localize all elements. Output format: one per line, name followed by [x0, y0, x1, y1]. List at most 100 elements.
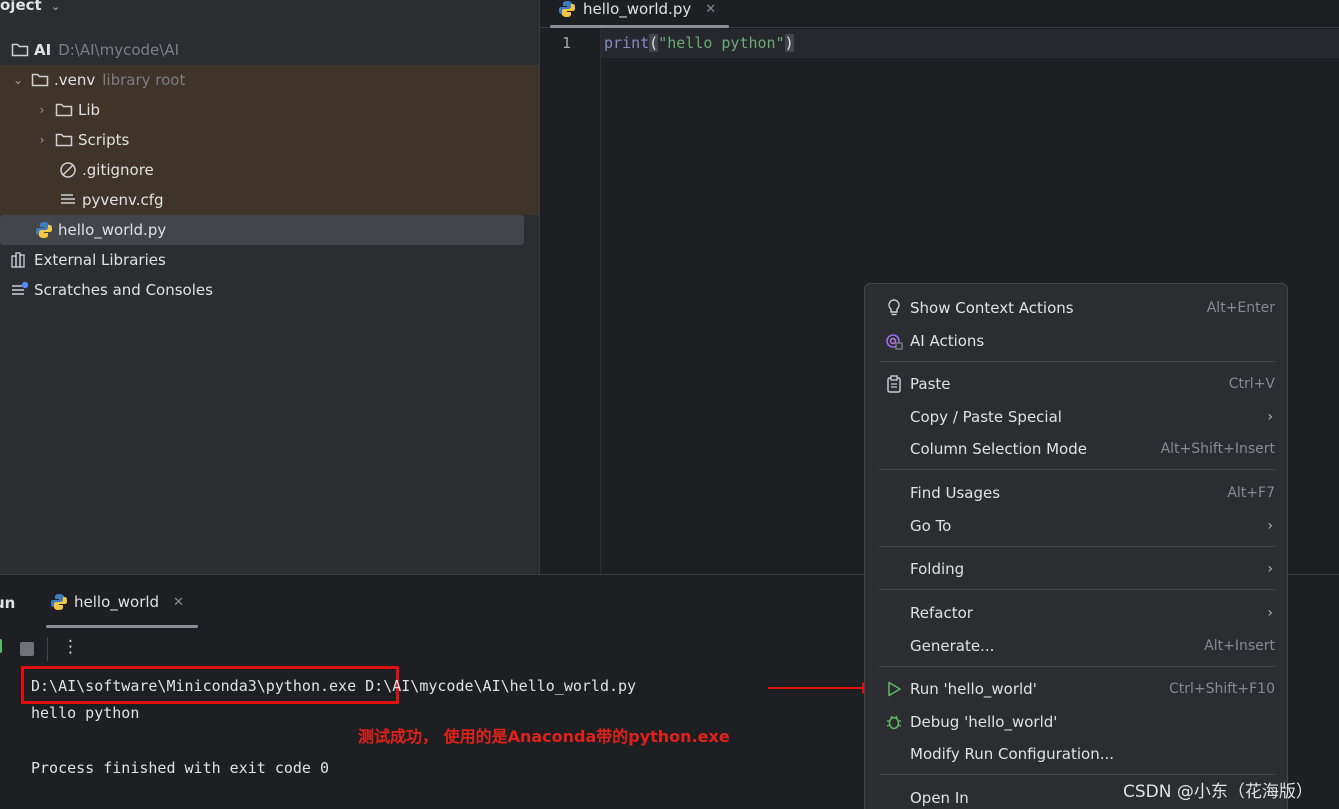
menu-item-shortcut: Ctrl+V	[1228, 376, 1275, 392]
code-paren-open: (	[649, 34, 659, 52]
menu-item-refactor[interactable]: Refactor ›	[879, 598, 1275, 628]
console-output: hello python	[31, 704, 140, 722]
tree-item-label: .venv	[54, 71, 96, 89]
separator	[47, 637, 48, 661]
menu-icon-spacer	[883, 406, 905, 428]
tree-item-label: Scratches and Consoles	[34, 281, 213, 299]
menu-item-find-usages[interactable]: Find Usages Alt+F7	[879, 478, 1275, 508]
project-panel: oject ⌄ AI D:\AI\mycode\AI ⌄ .venv libra…	[0, 0, 539, 574]
menu-item-shortcut: Ctrl+Shift+F10	[1168, 681, 1275, 697]
menu-separator	[879, 469, 1275, 470]
menu-separator	[879, 546, 1275, 547]
menu-separator	[879, 589, 1275, 590]
menu-item-label: Paste	[910, 375, 951, 393]
menu-item-paste[interactable]: Paste Ctrl+V	[879, 369, 1275, 399]
tree-item-label: .gitignore	[82, 161, 154, 179]
active-run-tab-indicator	[46, 625, 198, 628]
menu-item-column-selection-mode[interactable]: Column Selection Mode Alt+Shift+Insert	[879, 434, 1275, 464]
rerun-icon[interactable]	[0, 639, 2, 653]
run-tab-hello-world[interactable]: hello_world ✕	[50, 589, 184, 615]
code-function: print	[604, 34, 650, 52]
menu-icon-spacer	[883, 438, 905, 460]
more-options-icon[interactable]: ⋮	[62, 637, 79, 657]
run-toolbar: ⋮	[0, 637, 100, 661]
run-icon	[883, 678, 905, 700]
project-panel-title[interactable]: oject ⌄	[0, 0, 60, 16]
tree-item-gitignore[interactable]: .gitignore	[58, 155, 154, 185]
menu-item-go-to[interactable]: Go To ›	[879, 511, 1275, 541]
chevron-right-icon[interactable]: ›	[34, 103, 50, 117]
menu-item-copy-paste-special[interactable]: Copy / Paste Special ›	[879, 402, 1275, 432]
menu-item-label: Find Usages	[910, 484, 1001, 502]
python-file-icon	[34, 220, 54, 240]
menu-icon-spacer	[883, 558, 905, 580]
python-file-icon	[558, 0, 576, 18]
tree-item-lib[interactable]: › Lib	[34, 95, 100, 125]
tree-item-scratches[interactable]: Scratches and Consoles	[10, 275, 213, 305]
text-file-icon	[58, 190, 78, 210]
tree-item-venv[interactable]: ⌄ .venv library root	[10, 65, 185, 95]
python-file-icon	[50, 593, 68, 611]
folder-icon	[30, 70, 50, 90]
menu-item-shortcut: Alt+Insert	[1204, 638, 1275, 654]
menu-item-shortcut: Alt+Enter	[1206, 300, 1275, 316]
editor-tab-bar: hello_world.py ✕	[540, 0, 1339, 28]
menu-separator	[879, 774, 1275, 775]
code-paren-close: )	[784, 34, 794, 52]
menu-icon-spacer	[883, 743, 905, 765]
menu-item-label: Column Selection Mode	[910, 440, 1087, 458]
debug-bug-icon	[883, 711, 905, 733]
menu-item-label: Debug 'hello_world'	[910, 713, 1058, 731]
menu-item-debug-hello-world[interactable]: Debug 'hello_world'	[879, 707, 1275, 737]
active-tab-indicator	[550, 25, 729, 28]
submenu-arrow-icon: ›	[1267, 605, 1273, 621]
annotation-note: 测试成功， 使用的是Anaconda带的python.exe	[358, 727, 730, 746]
tree-item-label: AI	[34, 41, 52, 59]
menu-item-generate[interactable]: Generate... Alt+Insert	[879, 631, 1275, 661]
folder-icon	[10, 40, 30, 60]
tree-item-hint: library root	[102, 71, 186, 89]
console-exit-message: Process finished with exit code 0	[31, 759, 330, 777]
menu-item-label: Go To	[910, 517, 952, 535]
tree-item-label: hello_world.py	[58, 221, 167, 239]
ignored-file-icon	[58, 160, 78, 180]
chevron-down-icon[interactable]: ⌄	[51, 0, 60, 13]
menu-item-label: Generate...	[910, 637, 995, 655]
tree-item-pyvenv[interactable]: pyvenv.cfg	[58, 185, 164, 215]
run-window-title: un	[0, 594, 16, 612]
menu-separator	[879, 666, 1275, 667]
tab-hello-world-py[interactable]: hello_world.py ✕	[558, 0, 716, 24]
close-icon[interactable]: ✕	[173, 595, 184, 610]
console-exe-path: D:\AI\software\Miniconda3\python.exe	[31, 677, 357, 695]
menu-item-modify-run-configuration[interactable]: Modify Run Configuration...	[879, 739, 1275, 769]
annotation-arrow	[768, 682, 876, 694]
editor-gutter	[540, 29, 601, 574]
tree-item-label: Lib	[78, 101, 101, 119]
chevron-down-icon[interactable]: ⌄	[10, 73, 26, 87]
code-line[interactable]: print("hello python")	[604, 34, 794, 52]
tree-item-path: D:\AI\mycode\AI	[58, 41, 180, 59]
menu-item-show-context-actions[interactable]: Show Context Actions Alt+Enter	[879, 293, 1275, 323]
submenu-arrow-icon: ›	[1267, 518, 1273, 534]
folder-icon	[54, 100, 74, 120]
tree-item-external-libraries[interactable]: External Libraries	[10, 245, 166, 275]
tree-item-label: Scripts	[78, 131, 130, 149]
watermark-text: CSDN @小东（花海版）	[1123, 782, 1313, 802]
editor-context-menu: Show Context Actions Alt+Enter AI Action…	[864, 283, 1288, 809]
chevron-right-icon[interactable]: ›	[34, 133, 50, 147]
line-number: 1	[562, 34, 572, 52]
run-tab-label: hello_world	[74, 593, 160, 611]
tree-item-scripts[interactable]: › Scripts	[34, 125, 130, 155]
menu-icon-spacer	[883, 515, 905, 537]
tree-item-hello-world[interactable]: hello_world.py	[34, 215, 166, 245]
close-icon[interactable]: ✕	[705, 2, 716, 17]
menu-item-label: Modify Run Configuration...	[910, 745, 1115, 763]
menu-item-folding[interactable]: Folding ›	[879, 554, 1275, 584]
code-string: "hello python"	[658, 34, 785, 52]
menu-item-ai-actions[interactable]: AI Actions	[879, 326, 1275, 356]
menu-item-run-hello-world[interactable]: Run 'hello_world' Ctrl+Shift+F10	[879, 674, 1275, 704]
stop-icon[interactable]	[20, 642, 34, 656]
tree-item-ai[interactable]: AI D:\AI\mycode\AI	[10, 35, 179, 65]
menu-icon-spacer	[883, 602, 905, 624]
menu-icon-spacer	[883, 482, 905, 504]
